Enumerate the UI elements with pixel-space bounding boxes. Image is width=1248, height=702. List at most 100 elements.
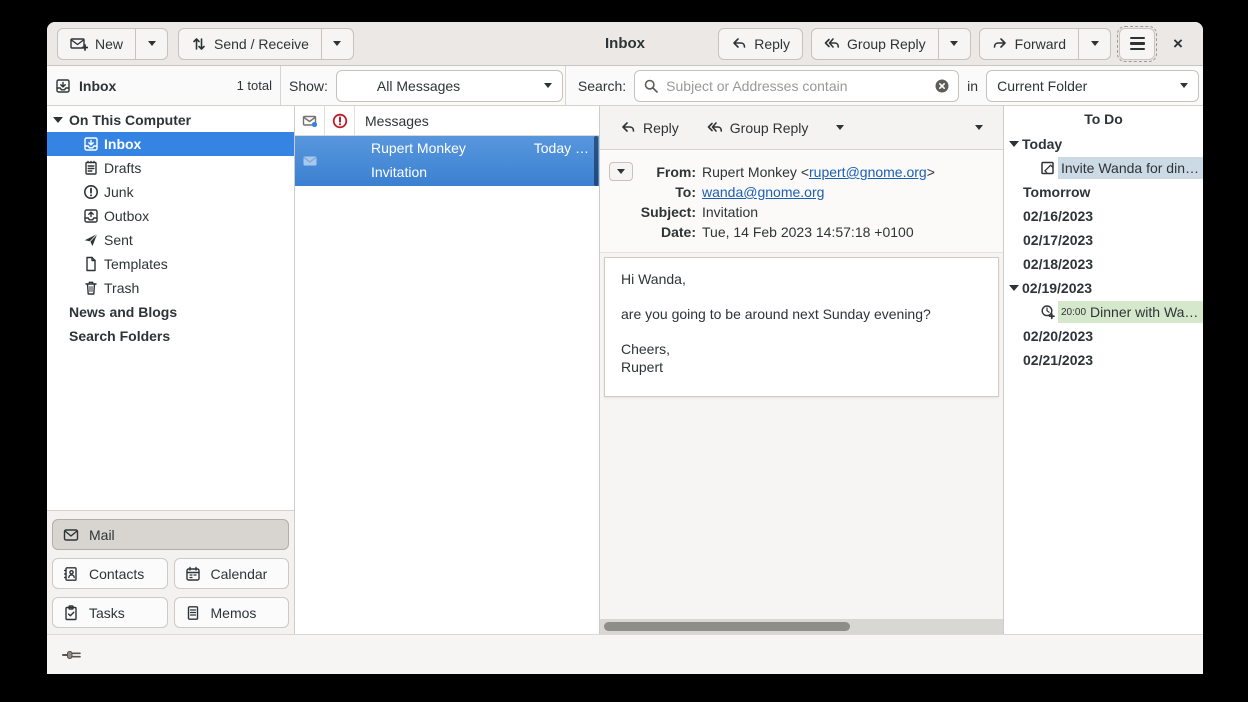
collapse-headers-button[interactable]	[609, 162, 633, 181]
expander-icon[interactable]	[53, 117, 63, 123]
todo-group-label: Tomorrow	[1023, 184, 1090, 200]
importance-column-header[interactable]	[325, 106, 355, 135]
todo-group-date[interactable]: 02/18/2023	[1004, 252, 1203, 276]
folder-bar: Inbox 1 total Show: All Messages Search:…	[47, 66, 1203, 106]
todo-group-tomorrow[interactable]: Tomorrow	[1004, 180, 1203, 204]
junk-icon	[83, 184, 99, 200]
todo-group-date[interactable]: 02/17/2023	[1004, 228, 1203, 252]
todo-title: To Do	[1004, 106, 1203, 132]
todo-group-date[interactable]: 02/20/2023	[1004, 324, 1203, 348]
switcher-mail-button[interactable]: Mail	[52, 519, 289, 550]
new-dropdown-button[interactable]	[136, 28, 168, 60]
tree-group-news-and-blogs[interactable]: News and Blogs	[47, 300, 294, 324]
send-receive-dropdown-button[interactable]	[322, 28, 354, 60]
todo-group-label: 02/19/2023	[1022, 280, 1092, 296]
memos-icon	[185, 605, 201, 621]
contacts-icon	[63, 566, 79, 582]
preview-group-reply-dropdown[interactable]	[824, 112, 856, 144]
expander-icon[interactable]	[1009, 285, 1019, 291]
switcher-calendar-button[interactable]: Calendar	[174, 558, 290, 589]
group-reply-dropdown-button[interactable]	[939, 28, 971, 60]
group-reply-icon	[707, 120, 723, 136]
sidebar-item-drafts[interactable]: Drafts	[47, 156, 294, 180]
status-bar	[47, 634, 1203, 674]
expander-icon[interactable]	[1009, 141, 1019, 147]
switcher-contacts-button[interactable]: Contacts	[52, 558, 168, 589]
scrollbar-thumb[interactable]	[604, 622, 850, 631]
preview-more-actions-dropdown[interactable]	[963, 112, 995, 144]
message-list-scrollbar[interactable]	[594, 136, 598, 186]
status-column-header[interactable]	[295, 106, 325, 135]
reply-icon	[620, 120, 636, 136]
header-right-group: Reply Group Reply Forward ×	[718, 28, 1193, 60]
envelope-icon	[302, 153, 318, 169]
send-receive-icon	[191, 36, 207, 52]
tree-group-search-folders[interactable]: Search Folders	[47, 324, 294, 348]
todo-group-date[interactable]: 02/21/2023	[1004, 348, 1203, 372]
folder-tree: On This Computer Inbox Drafts Junk Outbo…	[47, 106, 294, 510]
header-bar: Inbox New Send / Receive Reply	[47, 22, 1203, 66]
sidebar-item-inbox[interactable]: Inbox	[47, 132, 294, 156]
todo-group-date[interactable]: 02/16/2023	[1004, 204, 1203, 228]
clear-search-icon[interactable]	[934, 78, 950, 94]
from-email-link[interactable]: rupert@gnome.org	[809, 164, 927, 180]
from-value: Rupert Monkey <rupert@gnome.org>	[702, 162, 935, 182]
sent-icon	[83, 232, 99, 248]
todo-group-label: 02/17/2023	[1023, 232, 1093, 248]
forward-icon	[992, 36, 1008, 52]
task-icon	[1040, 160, 1056, 176]
online-status-icon[interactable]	[61, 647, 83, 663]
preview-reply-label: Reply	[643, 120, 679, 136]
new-button[interactable]: New	[57, 28, 136, 60]
search-scope-dropdown[interactable]: Current Folder	[986, 70, 1199, 102]
tree-group-on-this-computer[interactable]: On This Computer	[47, 108, 294, 132]
reply-label: Reply	[754, 36, 790, 52]
message-row[interactable]: Rupert Monkey Today … Invitation	[295, 136, 599, 186]
toolbar-separator	[565, 66, 566, 105]
preview-reply-button[interactable]: Reply	[608, 112, 691, 144]
show-filter-dropdown[interactable]: All Messages	[336, 70, 563, 102]
chevron-down-icon	[950, 41, 958, 46]
todo-event-item[interactable]: 20:00 Dinner with Wa…	[1004, 300, 1203, 324]
important-icon	[332, 113, 348, 129]
sidebar-item-templates[interactable]: Templates	[47, 252, 294, 276]
hamburger-icon	[1130, 37, 1145, 50]
chevron-down-icon	[333, 41, 341, 46]
to-label: To:	[634, 182, 696, 202]
group-reply-button[interactable]: Group Reply	[811, 28, 939, 60]
to-email-link[interactable]: wanda@gnome.org	[702, 184, 824, 200]
forward-split-button: Forward	[979, 28, 1111, 60]
todo-task-item[interactable]: Invite Wanda for din…	[1004, 156, 1203, 180]
messages-column-header[interactable]: Messages	[355, 113, 429, 129]
send-receive-label: Send / Receive	[214, 36, 309, 52]
show-label: Show:	[289, 78, 328, 94]
search-input[interactable]	[666, 78, 927, 94]
tree-group-label: On This Computer	[69, 112, 191, 128]
sidebar-item-junk[interactable]: Junk	[47, 180, 294, 204]
sidebar-item-outbox[interactable]: Outbox	[47, 204, 294, 228]
calendar-icon	[185, 566, 201, 582]
preview-group-reply-button[interactable]: Group Reply	[695, 112, 821, 144]
main-content: On This Computer Inbox Drafts Junk Outbo…	[47, 106, 1203, 634]
forward-dropdown-button[interactable]	[1079, 28, 1111, 60]
switcher-tasks-button[interactable]: Tasks	[52, 597, 168, 628]
evolution-window: Inbox New Send / Receive Reply	[47, 22, 1203, 674]
todo-group-today[interactable]: Today	[1004, 132, 1203, 156]
switcher-memos-button[interactable]: Memos	[174, 597, 290, 628]
sidebar-item-sent[interactable]: Sent	[47, 228, 294, 252]
new-split-button: New	[57, 28, 168, 60]
send-receive-split-button: Send / Receive	[178, 28, 354, 60]
close-button[interactable]: ×	[1163, 28, 1193, 60]
switcher-label: Memos	[211, 605, 257, 621]
in-label: in	[967, 78, 978, 94]
todo-group-date-expanded[interactable]: 02/19/2023	[1004, 276, 1203, 300]
reply-icon	[731, 36, 747, 52]
send-receive-button[interactable]: Send / Receive	[178, 28, 322, 60]
preview-pane: Reply Group Reply From: Rupert Monkey <r…	[600, 106, 1003, 634]
todo-group-label: 02/16/2023	[1023, 208, 1093, 224]
reply-button[interactable]: Reply	[718, 28, 803, 60]
sidebar-item-trash[interactable]: Trash	[47, 276, 294, 300]
forward-button[interactable]: Forward	[979, 28, 1079, 60]
horizontal-scrollbar[interactable]	[600, 619, 1003, 634]
menu-button[interactable]	[1119, 28, 1155, 60]
